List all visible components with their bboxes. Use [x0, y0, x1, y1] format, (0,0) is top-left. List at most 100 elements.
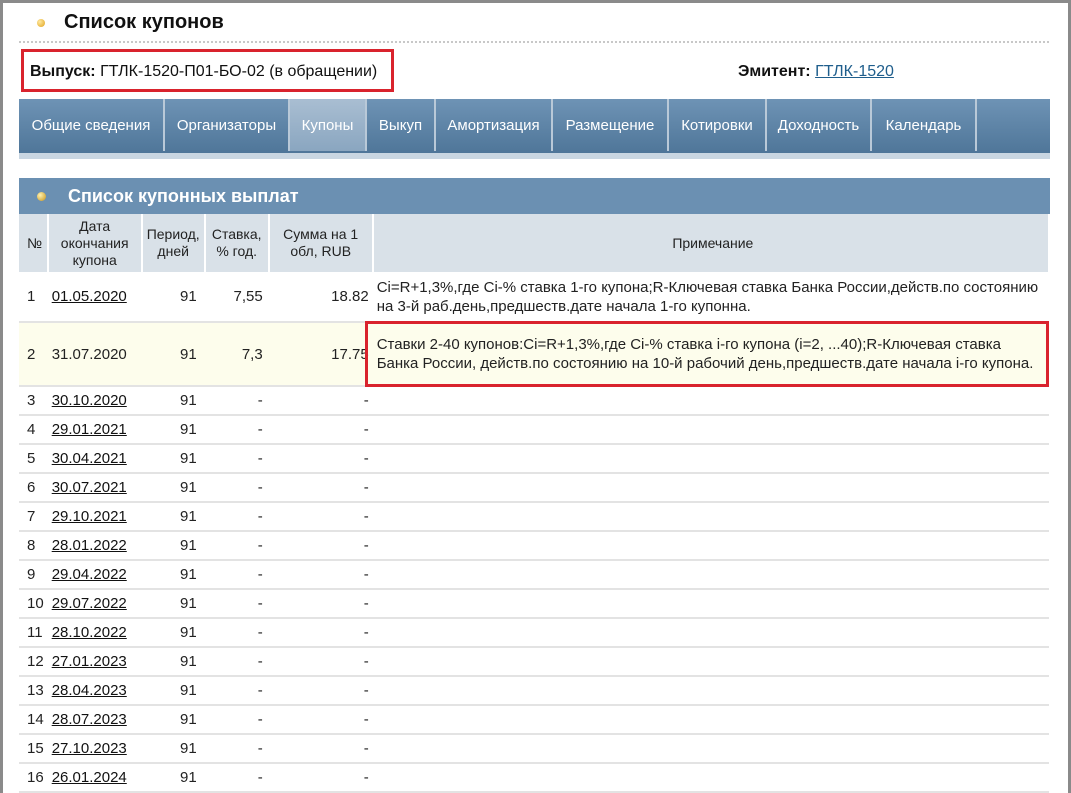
table-row: 10 29.07.2022 91- -	[19, 589, 1049, 619]
cell-date: 28.07.2023	[47, 705, 142, 735]
cell-note	[372, 705, 1049, 735]
coupon-date-link[interactable]: 28.04.2023	[52, 682, 127, 699]
cell-period: 91	[141, 502, 205, 532]
cell-sum: -	[268, 763, 373, 793]
cell-num: 8	[19, 531, 48, 561]
table-row: 3 30.10.2020 91- -	[19, 386, 1049, 416]
cell-sum: -	[268, 647, 373, 677]
tab-organizers[interactable]: Организаторы	[165, 99, 290, 151]
tab-bar: Общие сведения Организаторы Купоны Выкуп…	[19, 99, 1050, 159]
tab-coupons[interactable]: Купоны	[290, 99, 367, 151]
cell-note	[372, 444, 1049, 474]
cell-period: 91	[141, 473, 205, 503]
cell-rate: -	[204, 531, 269, 561]
cell-rate: -	[204, 444, 269, 474]
cell-sum: -	[268, 444, 373, 474]
cell-num: 13	[19, 676, 48, 706]
col-sum: Сумма на 1 обл, RUB	[268, 214, 374, 272]
coupon-date-link[interactable]: 28.01.2022	[52, 537, 127, 554]
cell-rate: -	[204, 589, 269, 619]
coupon-date-link[interactable]: 27.10.2023	[52, 740, 127, 757]
cell-sum: -	[268, 589, 373, 619]
cell-num: 4	[19, 415, 48, 445]
table-row: 16 26.01.2024 91- -	[19, 763, 1049, 793]
table-row: 13 28.04.2023 91- -	[19, 676, 1049, 706]
cell-date: 28.10.2022	[47, 618, 142, 648]
cell-date: 28.01.2022	[47, 531, 142, 561]
emitter-label: Эмитент:	[738, 63, 811, 80]
table-row: 9 29.04.2022 91- -	[19, 560, 1049, 590]
tab-general[interactable]: Общие сведения	[19, 99, 165, 151]
coupon-date-link[interactable]: 29.07.2022	[52, 595, 127, 612]
emitter-link[interactable]: ГТЛК-1520	[815, 63, 894, 80]
issue-label: Выпуск:	[30, 63, 96, 80]
coupon-date-link[interactable]: 28.07.2023	[52, 711, 127, 728]
cell-sum: -	[268, 386, 373, 416]
cell-num: 15	[19, 734, 48, 764]
cell-date: 01.05.2020	[47, 272, 142, 323]
cell-rate: -	[204, 415, 269, 445]
tab-placement[interactable]: Размещение	[553, 99, 669, 151]
cell-note	[372, 734, 1049, 764]
cell-rate: -	[204, 502, 269, 532]
coupon-date-link[interactable]: 29.01.2021	[52, 421, 127, 438]
tab-calendar[interactable]: Календарь	[872, 99, 977, 151]
cell-num: 6	[19, 473, 48, 503]
cell-date: 28.04.2023	[47, 676, 142, 706]
coupon-date-link[interactable]: 27.01.2023	[52, 653, 127, 670]
section-header: Список купонных выплат	[19, 178, 1050, 214]
table-row: 8 28.01.2022 91- -	[19, 531, 1049, 561]
cell-note	[372, 647, 1049, 677]
cell-note	[372, 763, 1049, 793]
cell-period: 91	[141, 618, 205, 648]
coupon-date-link[interactable]: 30.07.2021	[52, 479, 127, 496]
cell-num: 12	[19, 647, 48, 677]
tab-amortization[interactable]: Амортизация	[436, 99, 553, 151]
coupon-date-link[interactable]: 28.10.2022	[52, 624, 127, 641]
cell-num: 10	[19, 589, 48, 619]
cell-sum: 18.82	[268, 272, 373, 323]
emitter-info: Эмитент: ГТЛК-1520	[738, 63, 894, 81]
page-frame: Список купонов Выпуск: ГТЛК-1520-П01-БО-…	[0, 0, 1071, 793]
cell-period: 91	[141, 705, 205, 735]
cell-date: 26.01.2024	[47, 763, 142, 793]
cell-sum: -	[268, 705, 373, 735]
col-date: Дата окончания купона	[47, 214, 143, 272]
cell-period: 91	[141, 676, 205, 706]
cell-num: 1	[19, 272, 48, 323]
page-title: Список купонов	[64, 11, 224, 33]
cell-rate: -	[204, 386, 269, 416]
cell-period: 91	[141, 560, 205, 590]
cell-period: 91	[141, 734, 205, 764]
coupon-date-link[interactable]: 30.04.2021	[52, 450, 127, 467]
coupon-date-link[interactable]: 30.10.2020	[52, 392, 127, 409]
cell-note	[372, 502, 1049, 532]
cell-rate: -	[204, 647, 269, 677]
tab-quotes[interactable]: Котировки	[669, 99, 767, 151]
cell-num: 16	[19, 763, 48, 793]
cell-num: 2	[19, 322, 48, 387]
bullet-icon	[37, 192, 46, 201]
section-title: Список купонных выплат	[68, 186, 299, 206]
cell-date: 27.10.2023	[47, 734, 142, 764]
cell-period: 91	[141, 322, 205, 387]
coupon-date-link[interactable]: 01.05.2020	[52, 288, 127, 305]
coupon-date-link[interactable]: 26.01.2024	[52, 769, 127, 786]
tab-yield[interactable]: Доходность	[767, 99, 872, 151]
cell-rate: -	[204, 705, 269, 735]
cell-rate: -	[204, 763, 269, 793]
cell-sum: -	[268, 734, 373, 764]
cell-date: 30.04.2021	[47, 444, 142, 474]
cell-date: 30.10.2020	[47, 386, 142, 416]
table-row: 12 27.01.2023 91- -	[19, 647, 1049, 677]
tab-buyback[interactable]: Выкуп	[367, 99, 436, 151]
cell-num: 3	[19, 386, 48, 416]
cell-period: 91	[141, 415, 205, 445]
cell-date: 31.07.2020	[47, 322, 142, 387]
cell-note: Ci=R+1,3%,где Ci-% ставка 1-го купона;R-…	[372, 272, 1049, 323]
cell-period: 91	[141, 272, 205, 323]
coupon-table: № Дата окончания купона Период, дней Ста…	[19, 214, 1051, 793]
coupon-date-link[interactable]: 29.10.2021	[52, 508, 127, 525]
coupon-date-link[interactable]: 29.04.2022	[52, 566, 127, 583]
cell-period: 91	[141, 647, 205, 677]
